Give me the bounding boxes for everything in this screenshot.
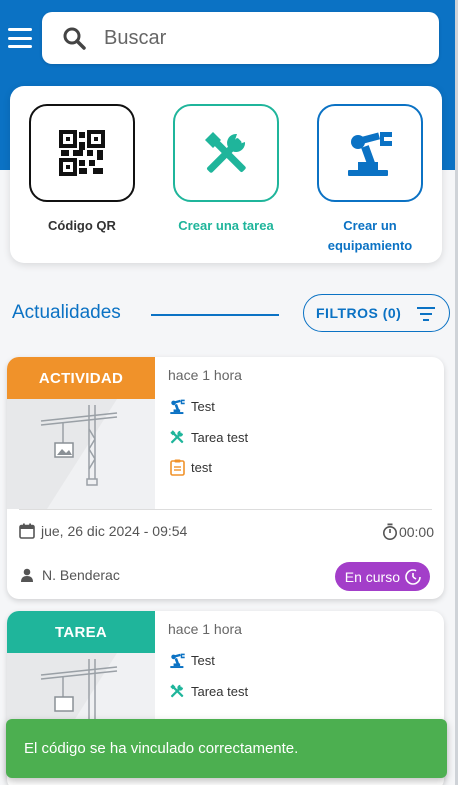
calendar-icon [19,523,35,539]
card-equipment-name: Test [191,398,215,414]
card-duration: 00:00 [382,523,434,540]
qr-code-icon [59,130,105,176]
timer-icon [382,523,397,540]
card-divider [19,509,432,510]
task-badge: TAREA [7,611,155,653]
person-icon [21,568,33,582]
card-person: N. Benderac [19,567,120,583]
image-placeholder-icon [54,696,74,712]
activity-badge: ACTIVIDAD [7,357,155,399]
quick-actions-card: Código QR Crear una tarea Crear un equip… [10,86,442,263]
card-person-name: N. Benderac [42,567,120,583]
qr-code-tile[interactable] [29,104,135,202]
card-duration-text: 00:00 [398,523,434,540]
card-note-row: test [168,458,212,476]
card-date-text: jue, 26 dic 2024 - 09:54 [41,523,188,539]
card-equipment-name: Test [191,652,215,668]
tools-icon [205,132,246,173]
qr-code-button[interactable]: Código QR [29,104,135,236]
card-task-name: Tarea test [191,429,249,445]
search-bar[interactable] [42,12,439,64]
crane-robot-icon [169,399,185,414]
crane-robot-icon [169,653,185,668]
search-icon [63,27,86,50]
card-time-ago: hace 1 hora [168,621,242,637]
card-task-row: Tarea test [168,682,248,700]
card-time-ago: hace 1 hora [168,367,242,383]
create-equipment-button[interactable]: Crear un equipamiento [317,104,423,256]
card-date: jue, 26 dic 2024 - 09:54 [19,523,187,539]
create-equipment-label: Crear un equipamiento [317,216,423,256]
card-equipment-row: Test [168,397,215,415]
create-task-button[interactable]: Crear una tarea [173,104,279,236]
qr-code-label: Código QR [48,218,116,233]
search-input[interactable] [104,26,384,50]
create-equipment-label-line2: equipamiento [327,238,413,253]
menu-icon[interactable] [8,28,32,48]
news-title: Actualidades [12,302,121,323]
tools-icon [170,684,184,698]
clipboard-icon [169,459,185,476]
filters-button[interactable]: FILTROS (0) [303,294,450,332]
image-placeholder-icon [54,442,74,458]
card-task-name: Tarea test [191,683,249,699]
crane-robot-icon [348,132,392,176]
activity-card[interactable]: ACTIVIDAD hace 1 hora Test Tarea test te… [7,357,444,599]
filter-icon [417,307,435,321]
create-equipment-label-line1: Crear un [343,218,397,233]
tools-icon [170,430,184,444]
create-equipment-tile[interactable] [317,104,423,202]
card-task-row: Tarea test [168,428,248,446]
card-note-text: test [191,459,212,475]
equipment-thumbnail [7,399,155,509]
card-equipment-row: Test [168,651,215,669]
toast-message: El código se ha vinculado correctamente. [24,740,299,757]
status-badge[interactable]: En curso [334,562,430,591]
news-divider [151,314,279,316]
clock-history-icon [405,568,421,585]
create-task-tile[interactable] [173,104,279,202]
success-toast[interactable]: El código se ha vinculado correctamente. [6,719,447,778]
filters-label: FILTROS (0) [316,305,402,321]
status-text: En curso [344,568,400,585]
create-task-label: Crear una tarea [178,218,274,233]
